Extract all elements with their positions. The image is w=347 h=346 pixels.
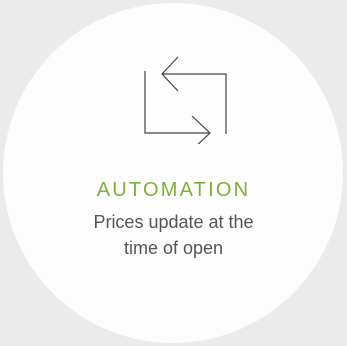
feature-heading: AUTOMATION (96, 179, 251, 201)
feature-card (3, 3, 343, 343)
feature-description: Prices update at the time of open (0, 209, 347, 261)
description-line-2: time of open (123, 238, 224, 258)
refresh-arrows-icon (140, 56, 230, 144)
description-line-1: Prices update at the (93, 212, 254, 232)
